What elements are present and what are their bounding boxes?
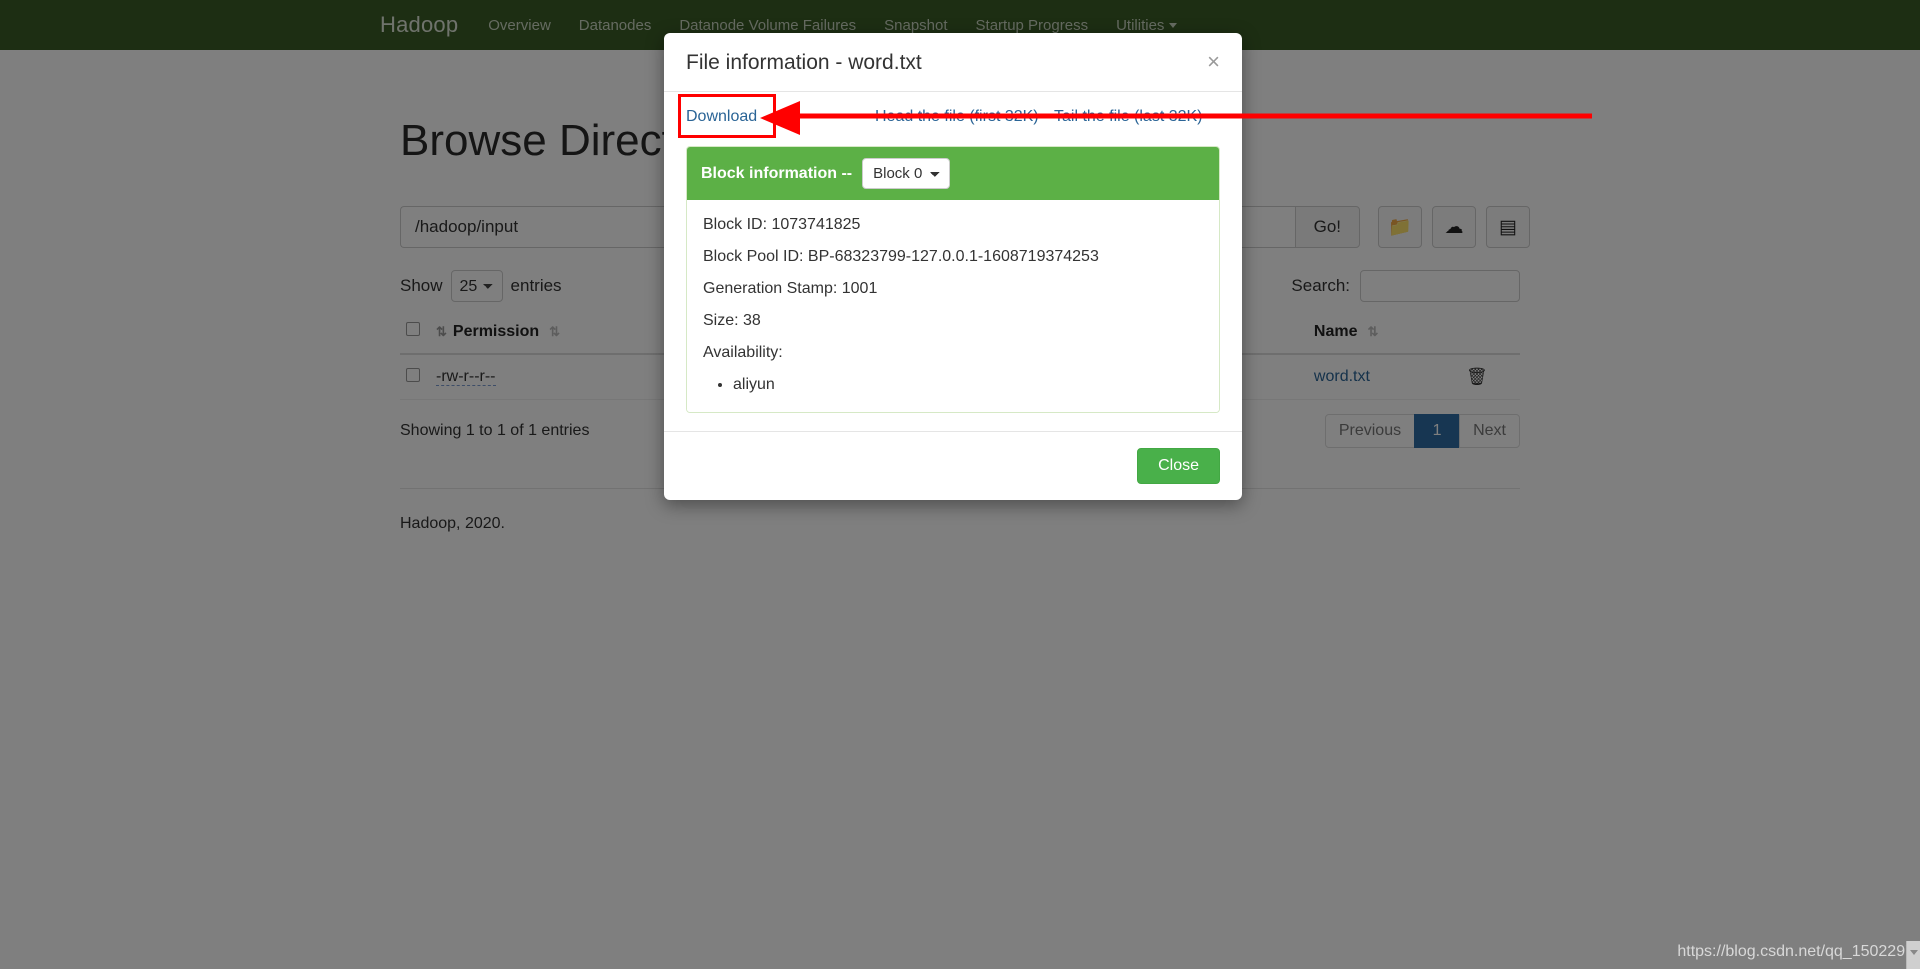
- modal-title: File information - word.txt: [686, 51, 922, 74]
- watermark-text: https://blog.csdn.net/qq_1502297: [1677, 943, 1914, 960]
- block-size-value: Size: 38: [703, 312, 761, 329]
- block-information-body: Block ID: 1073741825 Block Pool ID: BP-6…: [687, 200, 1219, 412]
- block-information-header: Block information -- Block 0: [687, 147, 1219, 200]
- block-information-panel: Block information -- Block 0 Block ID: 1…: [686, 146, 1220, 413]
- tail-file-link[interactable]: Tail the file (last 32K): [1054, 108, 1203, 126]
- block-information-label: Block information --: [701, 164, 853, 182]
- generation-stamp: Generation Stamp: 1001: [703, 280, 878, 297]
- block-id: Block ID: 1073741825: [703, 216, 861, 233]
- modal-action-links: Download Head the file (first 32K) Tail …: [664, 91, 1242, 142]
- close-button[interactable]: Close: [1137, 448, 1220, 484]
- availability-label: Availability:: [703, 344, 783, 361]
- block-select[interactable]: Block 0: [862, 158, 951, 189]
- list-item: aliyun: [733, 376, 1203, 394]
- close-icon[interactable]: ×: [1207, 51, 1220, 73]
- head-file-link[interactable]: Head the file (first 32K): [875, 108, 1039, 126]
- availability-list: aliyun: [703, 376, 1203, 394]
- block-pool-id: Block Pool ID: BP-68323799-127.0.0.1-160…: [703, 248, 1099, 265]
- modal-header: File information - word.txt ×: [664, 33, 1242, 91]
- modal-body: Block information -- Block 0 Block ID: 1…: [664, 142, 1242, 431]
- screenshot-root: Hadoop Overview Datanodes Datanode Volum…: [0, 0, 1920, 969]
- file-information-modal: File information - word.txt × Download H…: [664, 33, 1242, 500]
- modal-footer: Close: [664, 431, 1242, 500]
- download-link[interactable]: Download: [686, 108, 757, 126]
- scrollbar-thumb[interactable]: [1906, 941, 1920, 969]
